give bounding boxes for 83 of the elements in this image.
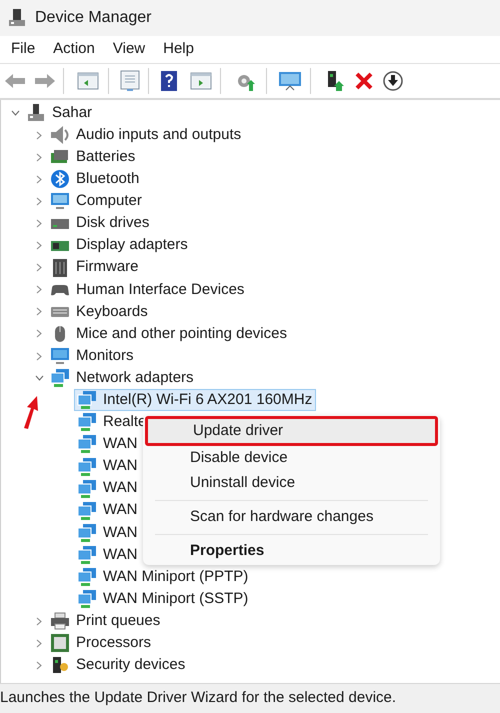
network-icon (77, 390, 97, 410)
menu-item[interactable]: Action (45, 38, 103, 62)
speaker-icon (50, 125, 70, 146)
chevron-right-icon[interactable] (36, 352, 42, 361)
menu-item[interactable]: Help (155, 38, 202, 62)
device-enable-icon[interactable] (325, 70, 345, 92)
tree-item[interactable]: Bluetooth (47, 168, 144, 190)
network-icon (77, 589, 97, 610)
help-icon[interactable] (160, 70, 178, 92)
network-icon (77, 434, 97, 454)
tree-item[interactable]: Audio inputs and outputs (47, 124, 246, 146)
menu-item[interactable]: Scan for hardware changes (145, 505, 438, 530)
network-icon (77, 456, 97, 477)
tree-item[interactable]: WAN (74, 522, 142, 544)
monitor-icon (50, 191, 70, 212)
processor-icon (50, 633, 70, 654)
tree-item[interactable]: Computer (47, 190, 146, 212)
chevron-right-icon[interactable] (36, 307, 42, 316)
tree-item[interactable]: WAN Miniport (PPTP) (74, 566, 252, 588)
security-device-icon (50, 655, 70, 676)
tree-item[interactable]: Mice and other pointing devices (47, 322, 291, 345)
chevron-down-icon[interactable] (34, 375, 44, 382)
network-icon (77, 544, 97, 565)
printer-icon (50, 611, 70, 632)
chevron-right-icon[interactable] (36, 285, 42, 294)
menu-item[interactable]: Uninstall device (145, 471, 438, 496)
tree-item[interactable]: Security devices (47, 654, 190, 676)
tree-item[interactable]: Sahar (23, 102, 96, 124)
chevron-right-icon[interactable] (36, 130, 42, 140)
chevron-right-icon[interactable] (36, 329, 42, 338)
chevron-right-icon[interactable] (36, 241, 42, 250)
chevron-down-icon[interactable] (10, 110, 20, 116)
forward-arrow-icon[interactable] (34, 72, 56, 90)
menu-item[interactable]: File (3, 38, 44, 62)
menu-item[interactable]: Properties (145, 539, 438, 564)
network-icon (77, 522, 97, 543)
menu-item[interactable]: Disable device (145, 446, 438, 471)
close-icon[interactable] (355, 72, 373, 90)
chevron-right-icon[interactable] (36, 219, 42, 228)
network-icon (77, 478, 97, 499)
network-icon (50, 368, 70, 388)
computer-tower-icon (8, 8, 26, 28)
tree-item[interactable]: Display adapters (47, 234, 192, 257)
monitor-icon (50, 346, 70, 366)
tree-item[interactable]: WAN Miniport (SSTP) (74, 588, 252, 610)
tree-item[interactable]: WAN (74, 478, 142, 500)
tree-item[interactable]: Keyboards (47, 300, 152, 323)
chevron-right-icon[interactable] (36, 174, 42, 184)
tree-item[interactable]: WAN (74, 433, 142, 456)
tree-item[interactable]: Monitors (47, 345, 138, 368)
tree-item[interactable]: WAN (74, 456, 142, 478)
tree-item[interactable]: WAN (74, 500, 142, 522)
tree-item[interactable]: Processors (47, 632, 156, 654)
back-arrow-icon[interactable] (4, 72, 26, 90)
chevron-right-icon[interactable] (36, 152, 42, 162)
computer-tower-icon (26, 103, 46, 124)
window-title: Device Manager (35, 8, 152, 28)
menu-item[interactable]: View (104, 38, 154, 62)
status-text: Launches the Update Driver Wizard for the selected device. (0, 688, 396, 708)
menu-item[interactable]: Update driver (145, 416, 438, 446)
bluetooth-icon (50, 169, 70, 190)
tree-item[interactable]: Firmware (47, 256, 142, 279)
pane-icon[interactable] (190, 72, 212, 90)
chip-icon (50, 258, 70, 278)
chevron-right-icon[interactable] (36, 196, 42, 206)
properties-icon[interactable] (120, 70, 140, 92)
tree-item[interactable]: Network adapters (47, 367, 198, 390)
monitor-icon[interactable] (278, 70, 302, 92)
tree-item[interactable]: Human Interface Devices (47, 278, 248, 301)
download-circle-icon[interactable] (383, 71, 403, 91)
chevron-right-icon[interactable] (36, 616, 42, 626)
tree-item[interactable]: Print queues (47, 610, 164, 632)
tree-item[interactable]: Disk drives (47, 212, 154, 235)
tree-item[interactable]: WAN (74, 544, 142, 566)
network-icon (77, 500, 97, 521)
tree-item[interactable]: Batteries (47, 146, 140, 168)
network-icon (77, 567, 97, 588)
network-icon (77, 412, 97, 432)
tree-item[interactable]: Intel(R) Wi-Fi 6 AX201 160MHz (74, 389, 316, 412)
chevron-right-icon[interactable] (36, 638, 42, 648)
pane-icon[interactable] (77, 72, 99, 90)
chevron-right-icon[interactable] (36, 660, 42, 670)
chevron-right-icon[interactable] (36, 263, 42, 272)
